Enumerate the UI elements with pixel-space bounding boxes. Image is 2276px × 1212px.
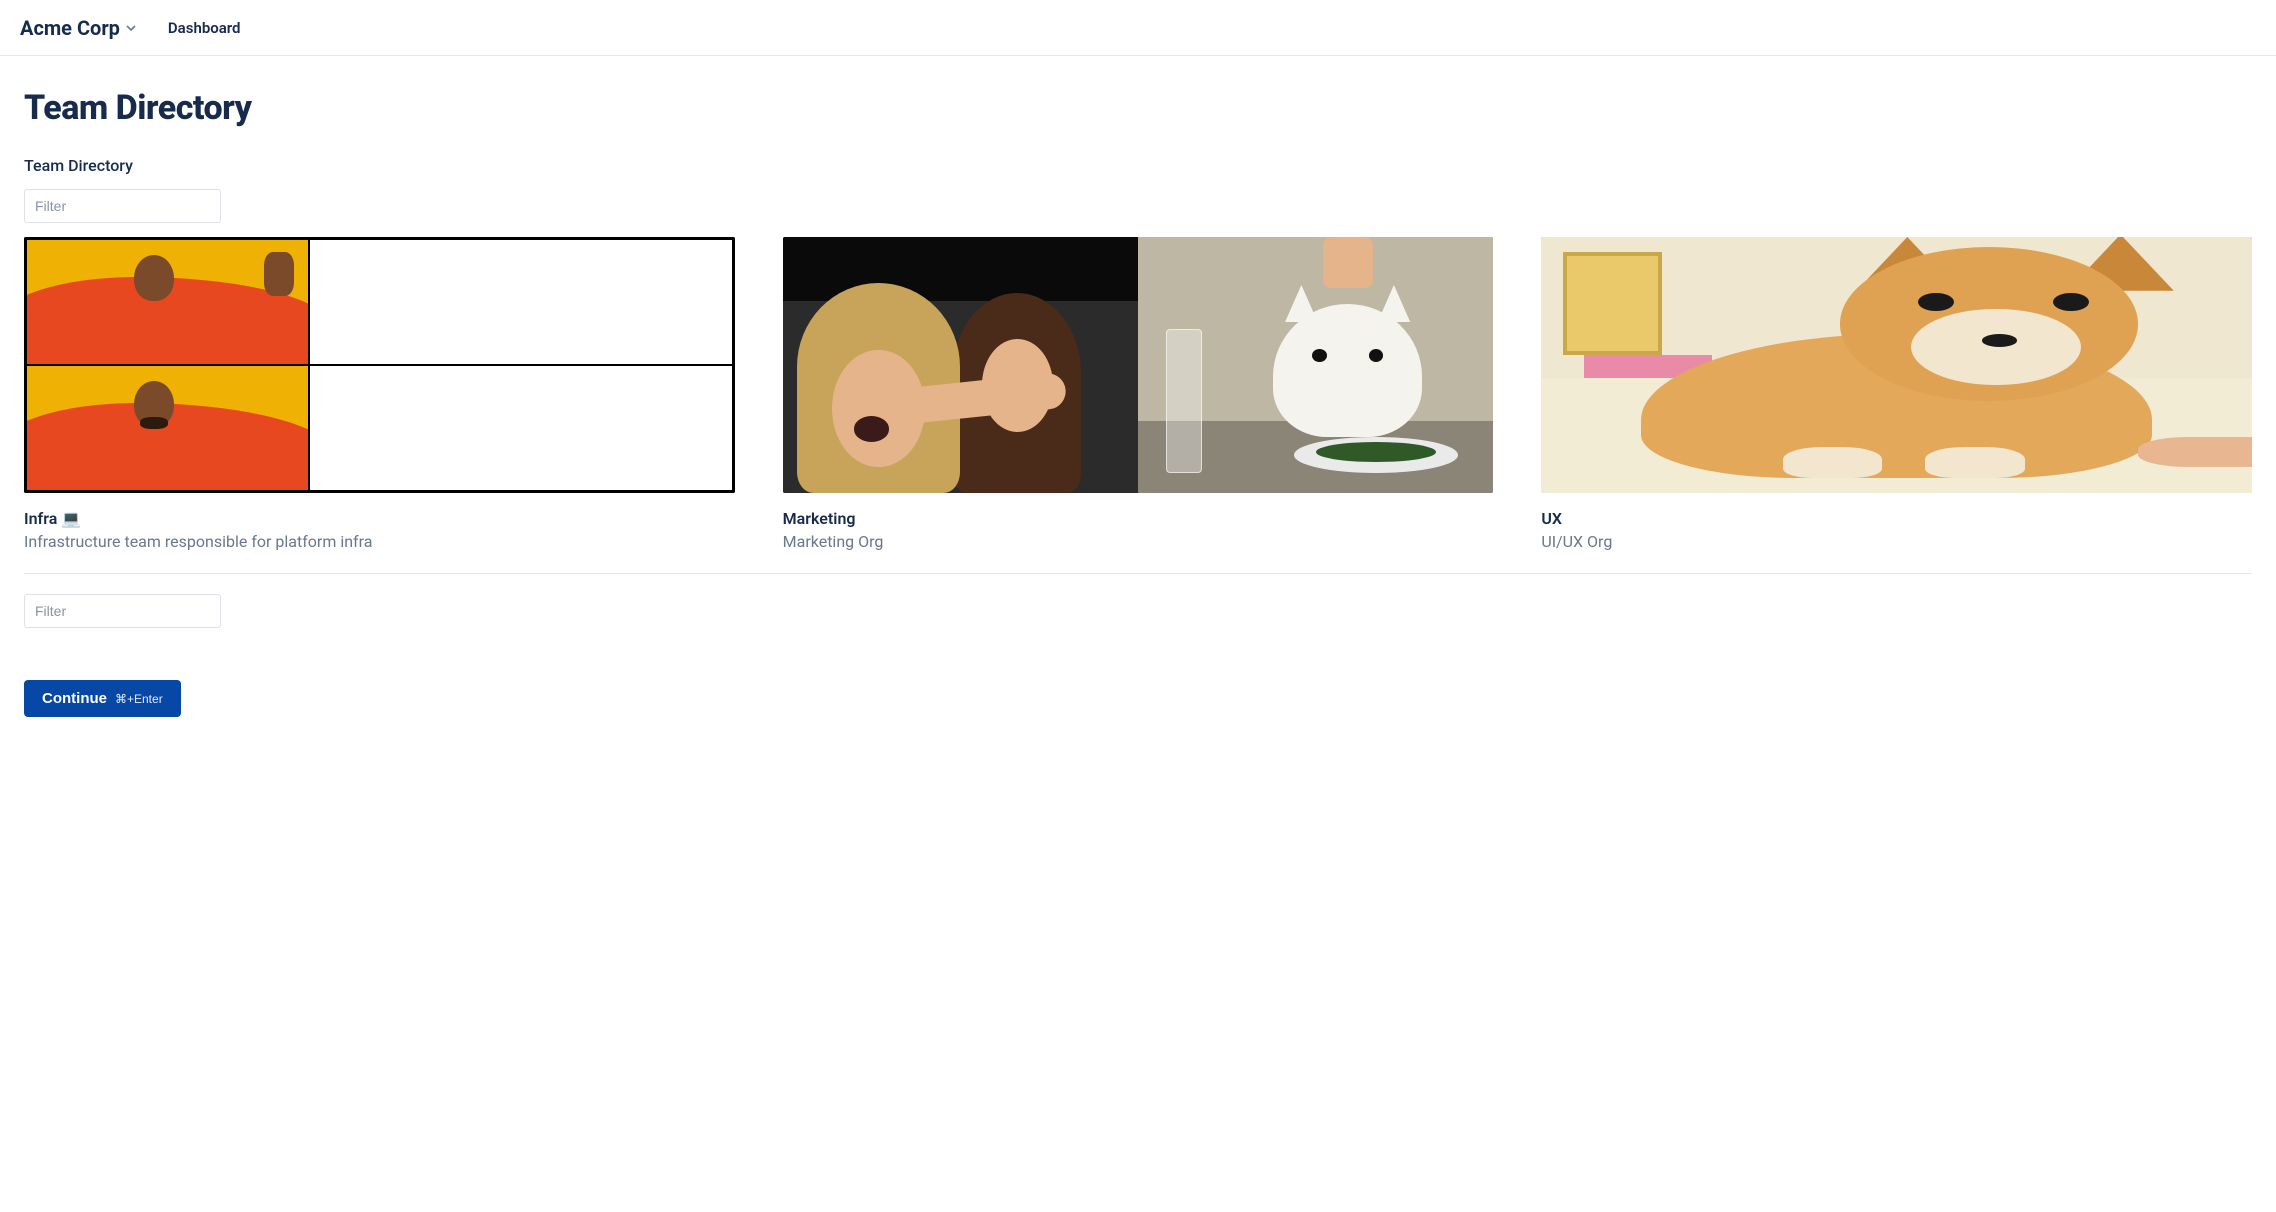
team-image — [24, 237, 735, 493]
page-title: Team Directory — [24, 88, 2252, 128]
team-subtitle: Infrastructure team responsible for plat… — [24, 532, 735, 551]
navbar: Acme Corp Dashboard — [0, 0, 2276, 56]
team-card-marketing[interactable]: Marketing Marketing Org — [783, 237, 1494, 551]
continue-label: Continue — [42, 690, 107, 707]
team-image — [1541, 237, 2252, 493]
team-title: Infra 💻 — [24, 509, 735, 528]
chevron-down-icon — [126, 23, 136, 33]
section-label: Team Directory — [24, 156, 2252, 175]
team-title: Marketing — [783, 509, 1494, 528]
continue-shortcut: ⌘+Enter — [115, 692, 163, 706]
woman-yelling-at-cat-meme-image — [783, 237, 1494, 493]
main-container: Team Directory Team Directory — [0, 56, 2276, 741]
filter-bottom-wrap — [24, 594, 2252, 628]
drake-meme-image — [24, 237, 735, 493]
teams-grid: Infra 💻 Infrastructure team responsible … — [24, 237, 2252, 574]
nav-item-dashboard[interactable]: Dashboard — [168, 19, 241, 37]
team-title: UX — [1541, 509, 2252, 528]
team-card-infra[interactable]: Infra 💻 Infrastructure team responsible … — [24, 237, 735, 551]
team-card-ux[interactable]: UX UI/UX Org — [1541, 237, 2252, 551]
brand-name: Acme Corp — [20, 16, 120, 40]
filter-top-wrap — [24, 189, 2252, 223]
brand-switcher[interactable]: Acme Corp — [20, 16, 136, 40]
continue-button[interactable]: Continue ⌘+Enter — [24, 680, 181, 717]
team-subtitle: Marketing Org — [783, 532, 1494, 551]
filter-input-top[interactable] — [24, 189, 221, 223]
filter-input-bottom[interactable] — [24, 594, 221, 628]
doge-meme-image — [1541, 237, 2252, 493]
team-image — [783, 237, 1494, 493]
team-subtitle: UI/UX Org — [1541, 532, 2252, 551]
